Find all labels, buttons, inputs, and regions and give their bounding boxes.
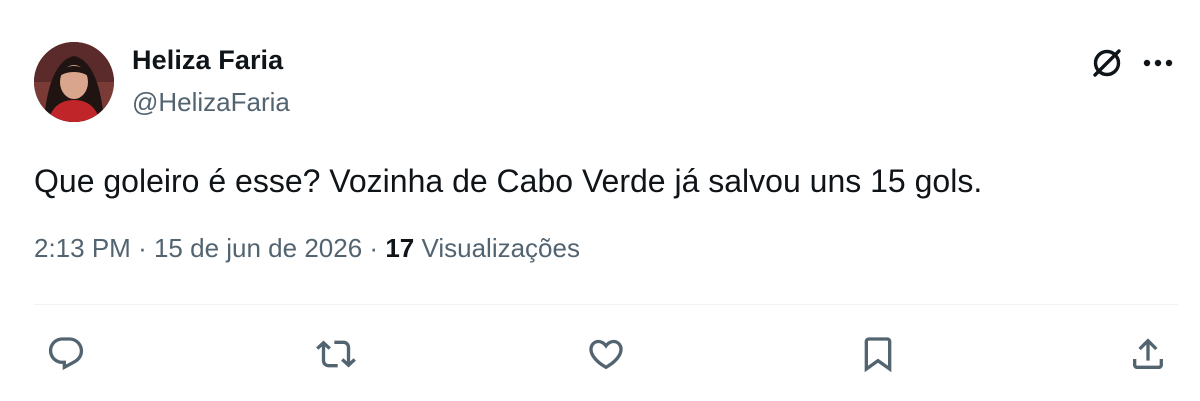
- share-button[interactable]: [1128, 334, 1168, 374]
- views-count: 17: [385, 233, 415, 263]
- reply-button[interactable]: [46, 334, 86, 374]
- share-icon: [1133, 338, 1163, 369]
- divider: [34, 304, 1178, 305]
- more-options-icon[interactable]: [1140, 48, 1176, 78]
- tweet-time[interactable]: 2:13 PM: [34, 233, 131, 263]
- like-button[interactable]: [586, 334, 626, 374]
- author-name[interactable]: Heliza Faria: [132, 45, 283, 76]
- author-handle[interactable]: @HelizaFaria: [132, 87, 290, 118]
- retweet-button[interactable]: [316, 334, 356, 374]
- like-icon: [589, 339, 623, 370]
- meta-separator: ·: [369, 233, 379, 263]
- retweet-icon: [316, 340, 356, 368]
- tweet-text: Que goleiro é esse? Vozinha de Cabo Verd…: [34, 163, 983, 199]
- grok-icon[interactable]: [1088, 44, 1126, 82]
- avatar-image: [34, 42, 114, 122]
- meta-separator: ·: [138, 233, 147, 263]
- views-label: Visualizações: [421, 233, 580, 263]
- tweet-meta: 2:13 PM · 15 de jun de 2026 · 17 Visuali…: [34, 233, 580, 264]
- tweet-date[interactable]: 15 de jun de 2026: [154, 233, 362, 263]
- tweet-card: Heliza Faria @HelizaFaria Que goleiro é …: [0, 0, 1200, 401]
- avatar[interactable]: [34, 42, 114, 122]
- reply-icon: [48, 337, 84, 371]
- bookmark-icon: [864, 337, 892, 373]
- bookmark-button[interactable]: [858, 334, 898, 374]
